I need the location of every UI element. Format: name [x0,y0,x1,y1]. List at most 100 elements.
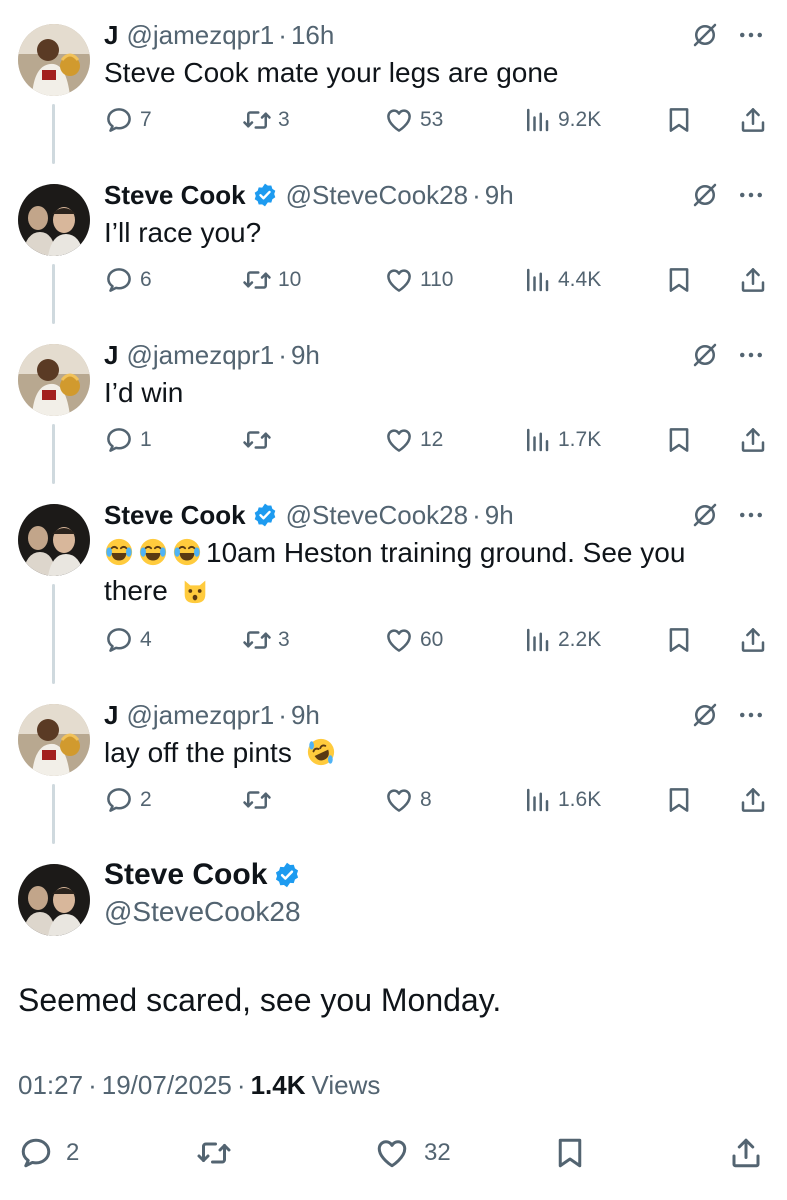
main-author: Steve Cook [104,858,301,892]
bookmark-icon [664,625,694,655]
reply-tweet[interactable]: J @jamezqpr1 · 9h lay off the pints 2 8 … [0,698,787,828]
share-icon [738,425,768,455]
bookmark-button[interactable] [664,782,694,818]
bookmark-button[interactable] [664,622,694,658]
reply-button[interactable]: 4 [104,622,152,658]
author-name[interactable]: Steve Cook [104,858,267,892]
grok-icon[interactable] [690,700,720,730]
reply-icon [104,105,134,135]
like-button[interactable]: 8 [384,782,432,818]
repost-button[interactable]: 3 [242,622,290,658]
views-button[interactable]: 1.6K [522,782,601,818]
views-icon [522,105,552,135]
author-name[interactable]: J [104,20,118,51]
reply-tweet[interactable]: J @jamezqpr1 · 9h I’d win 1 12 1.7K [0,338,787,468]
share-button[interactable] [738,102,768,138]
grok-icon[interactable] [690,500,720,530]
views-button[interactable]: 1.7K [522,422,601,458]
tweet-text: lay off the pints [104,734,754,772]
views-button[interactable]: 2.2K [522,622,601,658]
bookmark-button[interactable] [664,422,694,458]
author-handle[interactable]: @jamezqpr1 [126,20,274,51]
post-date[interactable]: 19/07/2025 [102,1070,232,1101]
tweet-text-line: 10am Heston training ground. See you [206,537,686,568]
tweet-text: I’d win [104,377,184,408]
grok-icon[interactable] [690,180,720,210]
share-button[interactable] [738,262,768,298]
share-button[interactable] [728,1132,764,1174]
avatar[interactable] [18,704,90,776]
views-button[interactable]: 4.4K [522,262,601,298]
more-icon[interactable] [736,180,766,210]
timestamp[interactable]: 9h [485,500,514,531]
reply-tweet[interactable]: J @jamezqpr1 · 16h Steve Cook mate your … [0,18,787,148]
tweet-text: I’ll race you? [104,217,262,248]
like-button[interactable]: 53 [384,102,443,138]
author-name[interactable]: J [104,700,118,731]
avatar[interactable] [18,184,90,256]
post-time[interactable]: 01:27 [18,1070,83,1101]
separator: · [472,179,481,210]
reply-button[interactable]: 2 [18,1132,79,1174]
views-button[interactable]: 9.2K [522,102,601,138]
author-name[interactable]: J [104,340,118,371]
like-button[interactable]: 12 [384,422,443,458]
views-icon [522,625,552,655]
repost-icon [242,625,272,655]
share-button[interactable] [738,422,768,458]
share-button[interactable] [738,622,768,658]
bookmark-button[interactable] [664,262,694,298]
reply-button[interactable]: 2 [104,782,152,818]
repost-icon [242,265,272,295]
reply-button[interactable]: 1 [104,422,152,458]
timestamp[interactable]: 16h [291,20,334,51]
more-icon[interactable] [736,340,766,370]
separator: · [278,699,287,730]
more-icon[interactable] [736,20,766,50]
author-handle[interactable]: @jamezqpr1 [126,700,274,731]
like-button[interactable]: 110 [384,262,453,298]
share-icon [738,105,768,135]
timestamp[interactable]: 9h [485,180,514,211]
repost-button[interactable] [242,782,272,818]
tweet-header: J @jamezqpr1 · 9h [104,338,320,372]
reply-tweet[interactable]: Steve Cook @SteveCook28 · 9h I’ll race y… [0,178,787,308]
cat-emoji-icon [180,575,210,605]
reply-button[interactable]: 7 [104,102,152,138]
author-handle[interactable]: @SteveCook28 [286,180,469,211]
reply-button[interactable]: 6 [104,262,152,298]
share-button[interactable] [738,782,768,818]
like-button[interactable]: 60 [384,622,443,658]
tweet-header: J @jamezqpr1 · 9h [104,698,320,732]
views-count: 4.4K [558,268,602,291]
avatar[interactable] [18,344,90,416]
joy-emoji-icon [138,537,168,567]
author-name[interactable]: Steve Cook [104,500,246,531]
avatar[interactable] [18,24,90,96]
repost-button[interactable]: 3 [242,102,290,138]
repost-button[interactable] [196,1132,232,1174]
main-avatar[interactable] [18,864,90,936]
more-icon[interactable] [736,700,766,730]
like-icon [374,1135,410,1171]
author-handle[interactable]: @jamezqpr1 [126,340,274,371]
bookmark-button[interactable] [552,1132,588,1174]
author-handle[interactable]: @SteveCook28 [286,500,469,531]
reply-count: 6 [140,268,152,291]
bookmark-icon [664,785,694,815]
author-name[interactable]: Steve Cook [104,180,246,211]
bookmark-button[interactable] [664,102,694,138]
like-button[interactable]: 32 [374,1132,451,1174]
repost-button[interactable] [242,422,272,458]
grok-icon[interactable] [690,340,720,370]
repost-button[interactable]: 10 [242,262,301,298]
tweet-header: Steve Cook @SteveCook28 · 9h [104,498,514,532]
reply-tweet[interactable]: Steve Cook @SteveCook28 · 9h 10am Heston… [0,498,787,668]
avatar[interactable] [18,504,90,576]
timestamp[interactable]: 9h [291,700,320,731]
timestamp[interactable]: 9h [291,340,320,371]
grok-icon[interactable] [690,20,720,50]
more-icon[interactable] [736,500,766,530]
author-handle[interactable]: @SteveCook28 [104,896,301,928]
reply-count: 7 [140,108,152,131]
